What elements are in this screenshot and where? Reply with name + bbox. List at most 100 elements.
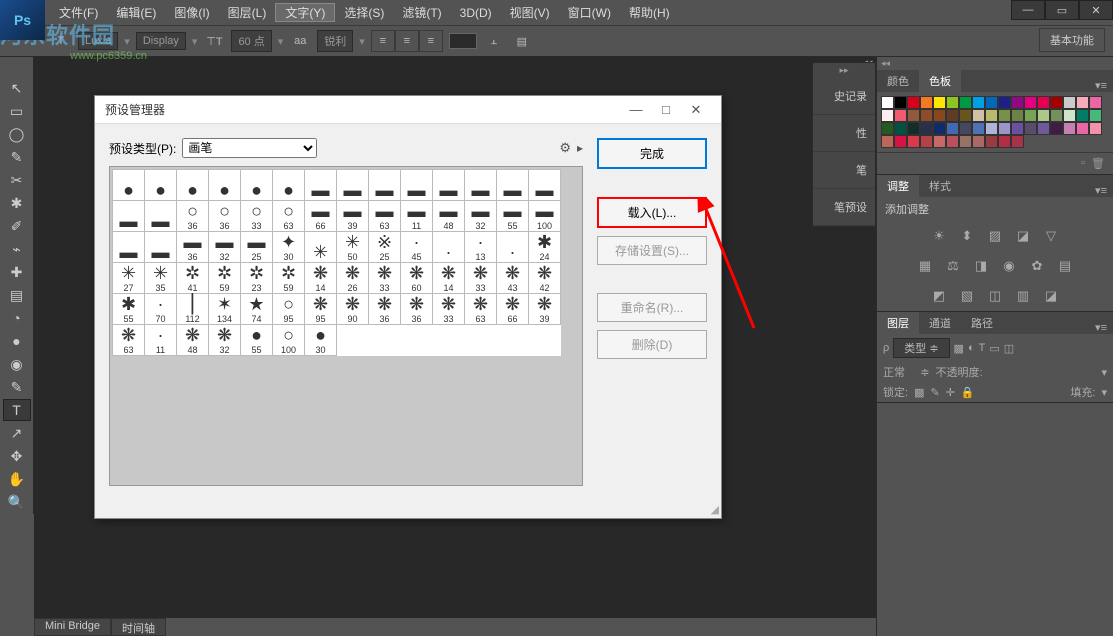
brush-preset[interactable]: ❋48	[177, 325, 209, 356]
font-family-select[interactable]: Luxia	[78, 32, 118, 50]
tab-adjustments[interactable]: 调整	[877, 175, 919, 197]
collapsed-panel-item[interactable]: 史记录	[813, 78, 875, 115]
brush-preset[interactable]: ·	[433, 232, 465, 263]
brush-preset[interactable]: ✲59	[209, 263, 241, 294]
preset-grid[interactable]: ●●●●●●▬▬▬▬▬▬▬▬▬▬○36○36○33○63▬66▬39▬63▬11…	[109, 166, 583, 486]
adj-brightness-icon[interactable]: ☀	[930, 227, 948, 245]
type-tool-icon[interactable]: T	[50, 30, 72, 52]
menu-item[interactable]: 窗口(W)	[559, 4, 620, 21]
swatch[interactable]	[959, 109, 972, 122]
menu-item[interactable]: 3D(D)	[451, 6, 501, 20]
swatch[interactable]	[920, 96, 933, 109]
swatch[interactable]	[894, 96, 907, 109]
brush-preset[interactable]: ✱24	[529, 232, 561, 263]
adj-mixer-icon[interactable]: ✿	[1028, 257, 1046, 275]
swatch[interactable]	[1063, 122, 1076, 135]
swatch[interactable]	[907, 135, 920, 148]
swatch[interactable]	[998, 135, 1011, 148]
adj-selective-icon[interactable]: ◪	[1042, 287, 1060, 305]
tool-button[interactable]: ⌁	[3, 238, 31, 260]
tool-button[interactable]: ✥	[3, 445, 31, 467]
brush-preset[interactable]: ▬100	[529, 201, 561, 232]
close-button[interactable]: ✕	[1079, 0, 1113, 20]
brush-preset[interactable]: ✳35	[145, 263, 177, 294]
right-collapse[interactable]: ◂◂	[877, 57, 1113, 70]
tool-button[interactable]: ◉	[3, 353, 31, 375]
brush-preset[interactable]: ❋26	[337, 263, 369, 294]
blend-mode-select[interactable]: 正常 ≑	[883, 364, 930, 380]
tab-color[interactable]: 颜色	[877, 70, 919, 92]
filter-pixel-icon[interactable]: ▩	[954, 342, 964, 355]
swatch[interactable]	[920, 122, 933, 135]
swatch[interactable]	[985, 109, 998, 122]
swatch[interactable]	[1050, 122, 1063, 135]
tab-channels[interactable]: 通道	[919, 312, 961, 334]
tab-swatches[interactable]: 色板	[919, 70, 961, 92]
brush-preset[interactable]: ❋95	[305, 294, 337, 325]
adj-balance-icon[interactable]: ⚖	[944, 257, 962, 275]
menu-item[interactable]: 视图(V)	[501, 4, 559, 21]
align-left-button[interactable]: ≡	[371, 30, 395, 52]
swatch[interactable]	[1076, 109, 1089, 122]
tool-button[interactable]: ✎	[3, 146, 31, 168]
brush-preset[interactable]: ●	[145, 170, 177, 201]
tool-button[interactable]: ↗	[3, 422, 31, 444]
swatch[interactable]	[1024, 122, 1037, 135]
swatch[interactable]	[894, 109, 907, 122]
brush-preset[interactable]: ※25	[369, 232, 401, 263]
brush-preset[interactable]: ✲41	[177, 263, 209, 294]
brush-preset[interactable]: ✱55	[113, 294, 145, 325]
swatch[interactable]	[933, 122, 946, 135]
brush-preset[interactable]: ●55	[241, 325, 273, 356]
swatch[interactable]	[1037, 109, 1050, 122]
adj-curves-icon[interactable]: ▨	[986, 227, 1004, 245]
tool-button[interactable]: T	[3, 399, 31, 421]
swatch[interactable]	[1037, 96, 1050, 109]
menu-item[interactable]: 图层(L)	[219, 4, 276, 21]
brush-preset[interactable]: ✳	[305, 232, 337, 263]
preset-gear-icon[interactable]: ⚙	[559, 140, 571, 156]
filter-adjust-icon[interactable]: ◐	[968, 342, 975, 354]
swatches-menu-icon[interactable]: ▾≡	[1089, 79, 1113, 92]
brush-preset[interactable]: ●	[113, 170, 145, 201]
brush-preset[interactable]: ●	[241, 170, 273, 201]
delete-button[interactable]: 删除(D)	[597, 330, 707, 359]
brush-preset[interactable]: ❋36	[401, 294, 433, 325]
brush-preset[interactable]: ▬11	[401, 201, 433, 232]
brush-preset[interactable]: ●	[177, 170, 209, 201]
brush-preset[interactable]: ▬39	[337, 201, 369, 232]
brush-preset[interactable]: ✦30	[273, 232, 305, 263]
maximize-button[interactable]: ▭	[1045, 0, 1079, 20]
brush-preset[interactable]: ⎮112	[177, 294, 209, 325]
brush-preset[interactable]: ❋63	[465, 294, 497, 325]
swatch[interactable]	[1076, 96, 1089, 109]
swatch[interactable]	[920, 109, 933, 122]
swatch[interactable]	[1024, 96, 1037, 109]
brush-preset[interactable]: ✳27	[113, 263, 145, 294]
swatch[interactable]	[1011, 96, 1024, 109]
preset-flyout-icon[interactable]: ▸	[577, 141, 583, 155]
swatch[interactable]	[985, 135, 998, 148]
swatch[interactable]	[1050, 109, 1063, 122]
brush-preset[interactable]: ○63	[273, 201, 305, 232]
brush-preset[interactable]: ❋43	[497, 263, 529, 294]
swatch[interactable]	[959, 96, 972, 109]
swatch[interactable]	[946, 96, 959, 109]
brush-preset[interactable]: ❋39	[529, 294, 561, 325]
brush-preset[interactable]: ❋36	[369, 294, 401, 325]
menu-item[interactable]: 图像(I)	[165, 4, 218, 21]
tool-button[interactable]: ◔	[3, 307, 31, 329]
adj-threshold-icon[interactable]: ◫	[986, 287, 1004, 305]
swatch[interactable]	[1011, 109, 1024, 122]
brush-preset[interactable]: ·13	[465, 232, 497, 263]
tab-timeline[interactable]: 时间轴	[111, 618, 166, 636]
adj-photo-icon[interactable]: ◉	[1000, 257, 1018, 275]
dialog-close-button[interactable]: ✕	[681, 102, 711, 118]
tool-button[interactable]: ✎	[3, 376, 31, 398]
menu-item[interactable]: 文字(Y)	[275, 3, 335, 22]
brush-preset[interactable]: ●	[273, 170, 305, 201]
swatch[interactable]	[985, 122, 998, 135]
brush-preset[interactable]: ❋63	[113, 325, 145, 356]
swatch[interactable]	[1011, 135, 1024, 148]
brush-preset[interactable]: ❋33	[369, 263, 401, 294]
